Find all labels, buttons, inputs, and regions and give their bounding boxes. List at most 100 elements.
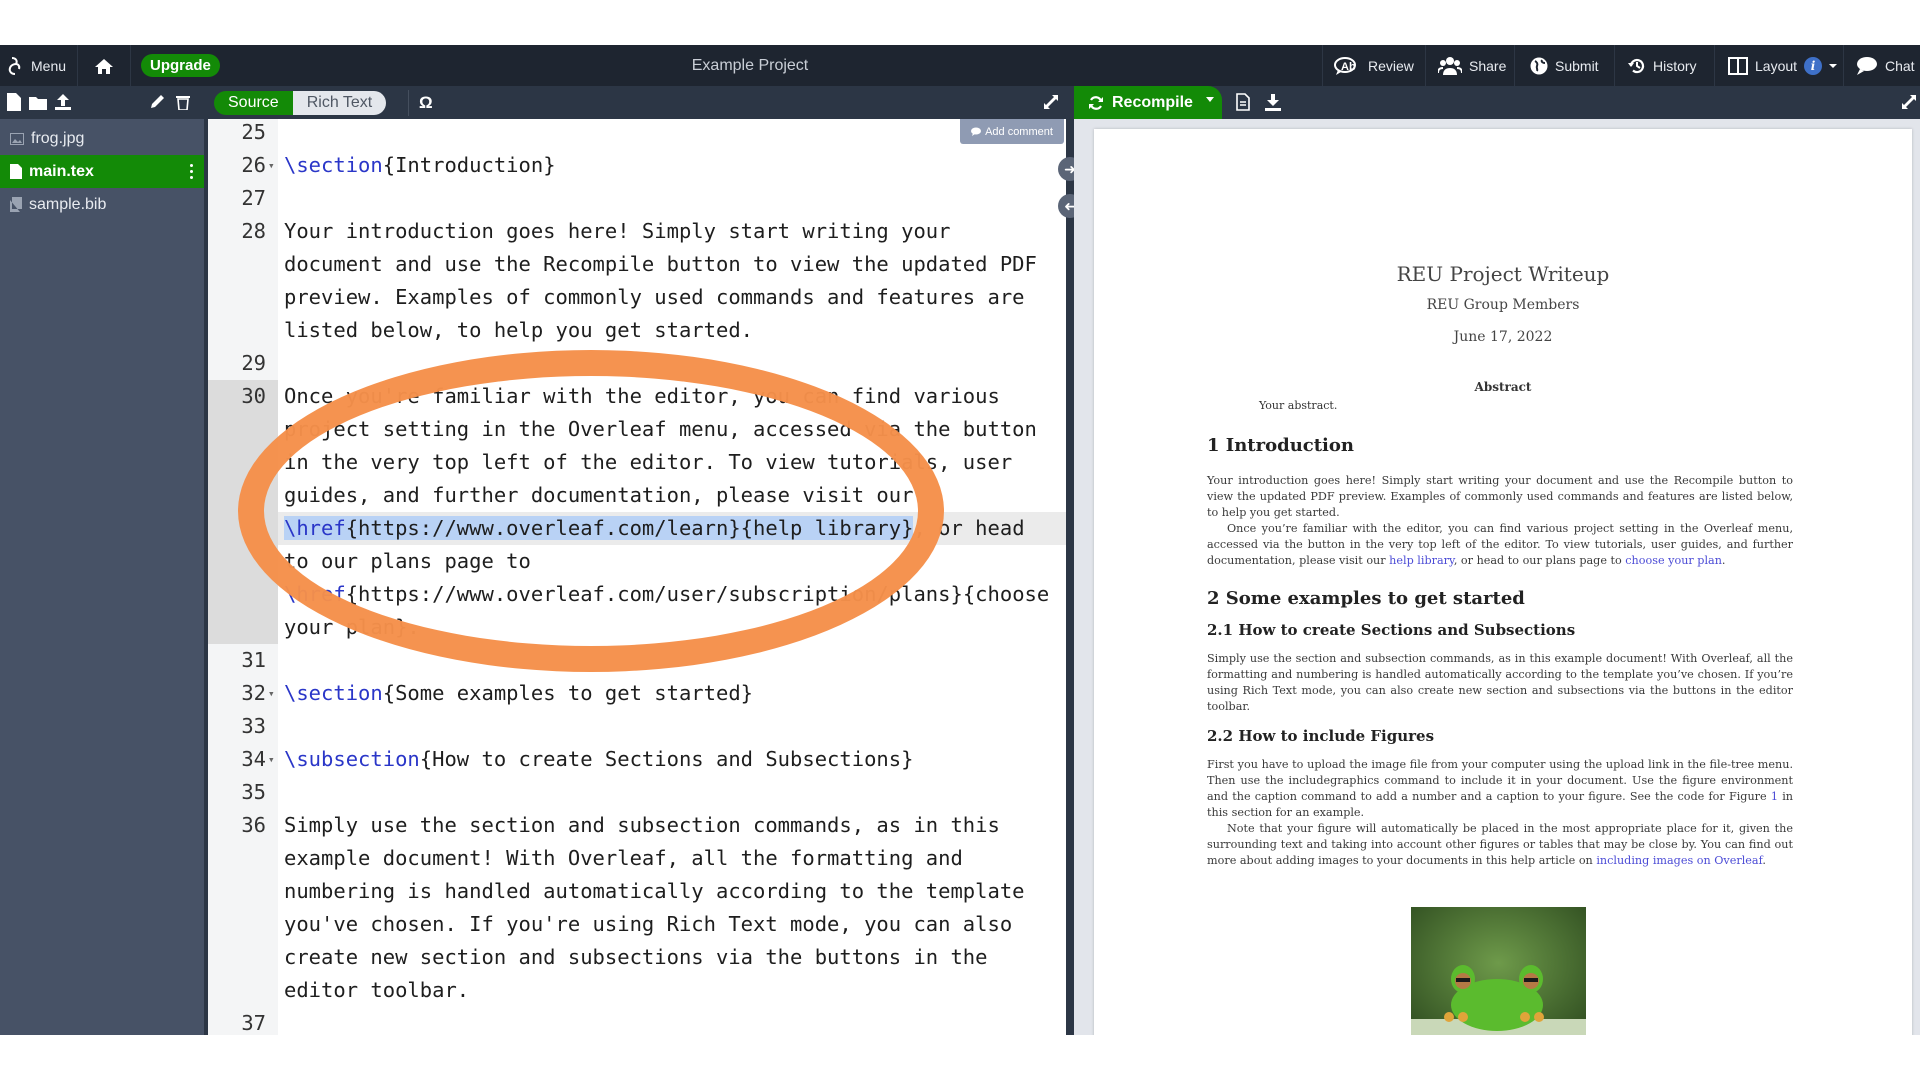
history-button[interactable]: History (1628, 45, 1697, 86)
pdf-preview-pane[interactable]: REU Project Writeup REU Group Members Ju… (1074, 119, 1920, 1035)
fold-toggle-icon[interactable]: ▾ (268, 743, 275, 776)
code-line[interactable]: 35 (208, 776, 1066, 809)
refresh-icon (1089, 95, 1103, 110)
upload-icon[interactable] (54, 93, 72, 111)
code-line[interactable]: 36 Simply use the section and subsection … (208, 809, 1066, 842)
rich-text-mode-button[interactable]: Rich Text (292, 91, 387, 115)
source-mode-button[interactable]: Source (214, 91, 293, 115)
fold-toggle-icon[interactable]: ▾ (268, 677, 275, 710)
code-text: \href{https://www.overleaf.com/user/subs… (284, 582, 1050, 606)
add-comment-button[interactable]: Add comment (960, 119, 1064, 144)
code-line[interactable]: 28 Your introduction goes here! Simply st… (208, 215, 1066, 248)
new-folder-icon[interactable] (29, 93, 47, 111)
divider (77, 45, 78, 86)
file-tree-item[interactable]: frog.jpg (0, 122, 204, 155)
layout-split-icon (1728, 56, 1748, 75)
code-line[interactable]: guides, and further documentation, pleas… (208, 479, 1066, 512)
comment-icon (971, 127, 982, 136)
code-line[interactable]: to our plans page to (208, 545, 1066, 578)
code-line[interactable]: 26 ▾ \section{Introduction} (208, 149, 1066, 182)
recompile-button[interactable]: Recompile (1074, 86, 1222, 119)
code-line[interactable]: 27 (208, 182, 1066, 215)
pdf-section-heading: 1 Introduction (1207, 435, 1354, 456)
code-text: listed below, to help you get started. (284, 318, 753, 342)
code-line[interactable]: 25 (208, 119, 1066, 149)
divider (1322, 45, 1323, 86)
share-button[interactable]: Share (1438, 45, 1506, 86)
delete-trash-icon[interactable] (174, 93, 192, 111)
history-icon (1628, 58, 1645, 73)
pdf-link-choose-plan[interactable]: choose your plan (1625, 554, 1722, 567)
code-line[interactable]: \href{https://www.overleaf.com/user/subs… (208, 578, 1066, 611)
pdf-link-including-images[interactable]: including images on Overleaf (1596, 854, 1762, 867)
new-file-icon[interactable] (5, 93, 23, 111)
code-line[interactable]: \href{https://www.overleaf.com/learn}{he… (278, 512, 1066, 545)
file-tree-item-active[interactable]: main.tex (0, 155, 204, 188)
overleaf-logo-icon (8, 56, 21, 75)
fold-toggle-icon[interactable]: ▾ (268, 149, 275, 182)
review-button[interactable]: Ab Review (1333, 45, 1414, 86)
code-line[interactable]: numbering is handled automatically accor… (208, 875, 1066, 908)
editor-pdf-splitter[interactable]: ➜ ➜ (1058, 119, 1082, 1035)
code-line[interactable]: editor toolbar. (208, 974, 1066, 1007)
code-line[interactable]: you've chosen. If you're using Rich Text… (208, 908, 1066, 941)
download-pdf-icon[interactable] (1264, 93, 1282, 111)
submit-button[interactable]: Submit (1530, 45, 1599, 86)
menu-button[interactable]: Menu (6, 45, 66, 86)
code-text: Simply use the section and subsection co… (284, 813, 1000, 837)
code-line[interactable]: your plan}. (208, 611, 1066, 644)
pdf-figure-ref[interactable]: 1 (1771, 790, 1778, 803)
pdf-page: REU Project Writeup REU Group Members Ju… (1094, 129, 1912, 1035)
code-line[interactable]: listed below, to help you get started. (208, 314, 1066, 347)
code-line[interactable]: document and use the Recompile button to… (208, 248, 1066, 281)
layout-button[interactable]: Layout i (1728, 45, 1838, 86)
code-text: create new section and subsections via t… (284, 945, 988, 969)
line-number: 32 (241, 681, 266, 705)
code-line[interactable]: in the very top left of the editor. To v… (208, 446, 1066, 479)
selected-text: \href{https://www.overleaf.com/learn}{he… (284, 516, 914, 540)
code-text: \subsection{How to create Sections and S… (284, 747, 914, 771)
line-number: 27 (241, 186, 266, 210)
code-text: example document! With Overleaf, all the… (284, 846, 963, 870)
code-line[interactable]: example document! With Overleaf, all the… (208, 842, 1066, 875)
recompile-options-caret-icon[interactable] (1206, 97, 1214, 102)
code-line[interactable]: 37 (208, 1007, 1066, 1035)
code-line[interactable]: 33 (208, 710, 1066, 743)
share-users-icon (1438, 56, 1462, 75)
expand-pdf-icon[interactable] (1900, 93, 1918, 111)
view-logs-icon[interactable] (1234, 93, 1252, 111)
code-line[interactable]: create new section and subsections via t… (208, 941, 1066, 974)
line-number: 31 (241, 648, 266, 672)
expand-editor-icon[interactable] (1042, 93, 1060, 111)
layout-info-icon[interactable]: i (1804, 56, 1823, 75)
file-options-kebab-icon[interactable] (190, 164, 194, 179)
latex-command: \section (284, 681, 383, 705)
code-line[interactable]: 34 ▾ \subsection{How to create Sections an… (208, 743, 1066, 776)
symbol-palette-button[interactable]: Ω (408, 90, 433, 116)
code-line[interactable]: preview. Examples of commonly used comma… (208, 281, 1066, 314)
code-line[interactable]: 32 ▾ \section{Some examples to get started… (208, 677, 1066, 710)
divider (130, 45, 131, 86)
rename-pencil-icon[interactable] (148, 93, 166, 111)
pdf-link-help-library[interactable]: help library (1389, 554, 1454, 567)
code-line[interactable]: 30 Once you're familiar with the editor, … (208, 380, 1066, 413)
pdf-text: First you have to upload the image file … (1207, 758, 1793, 803)
code-text: \section{Introduction} (284, 153, 556, 177)
pdf-title: REU Project Writeup (1396, 262, 1610, 286)
file-tree-item[interactable]: sample.bib (0, 188, 204, 221)
pdf-text: Your introduction goes here! Simply star… (1207, 474, 1793, 519)
home-button[interactable] (94, 45, 114, 86)
code-editor[interactable]: 25 26 ▾ \section{Introduction} 27 28 Your intr… (208, 119, 1066, 1035)
svg-text:Ab: Ab (1341, 61, 1356, 73)
editor-mode-toggle: Source Rich Text (214, 91, 387, 115)
pdf-abstract-text: Your abstract. (1259, 399, 1338, 412)
code-line[interactable]: 31 (208, 644, 1066, 677)
chat-button[interactable]: Chat (1856, 45, 1915, 86)
line-number: 35 (241, 780, 266, 804)
pdf-subsection-heading: 2.1 How to create Sections and Subsectio… (1207, 621, 1576, 639)
pdf-paragraph: First you have to upload the image file … (1207, 757, 1793, 869)
upgrade-button[interactable]: Upgrade (141, 45, 220, 86)
code-line[interactable]: 29 (208, 347, 1066, 380)
pdf-abstract-heading: Abstract (1474, 380, 1532, 394)
code-line[interactable]: project setting in the Overleaf menu, ac… (208, 413, 1066, 446)
